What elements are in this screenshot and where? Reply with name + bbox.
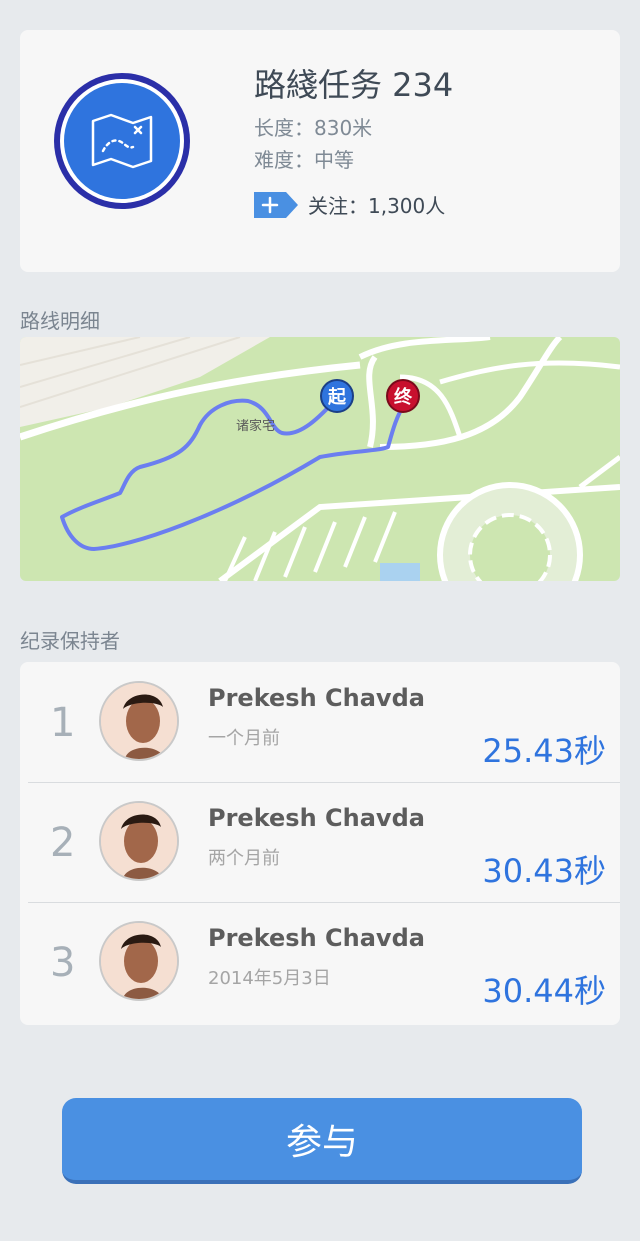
record-time: 30.44秒: [482, 972, 606, 1010]
record-rank: 3: [50, 940, 76, 986]
route-summary-card: 路綫任务 234 长度：830米 难度：中等 关注：1,300人: [20, 30, 620, 272]
record-rank: 2: [50, 820, 76, 866]
record-holders-list: 1 Prekesh Chavda 一个月前 25.43秒 2 Prekesh C…: [20, 662, 620, 1025]
avatar[interactable]: [99, 801, 179, 881]
record-rank: 1: [50, 700, 76, 746]
record-row[interactable]: 3 Prekesh Chavda 2014年5月3日 30.44秒: [20, 902, 620, 1022]
record-name: Prekesh Chavda: [208, 924, 425, 952]
follow-row: 关注：1,300人: [254, 190, 445, 219]
record-time-ago: 一个月前: [208, 728, 280, 749]
record-row[interactable]: 1 Prekesh Chavda 一个月前 25.43秒: [20, 662, 620, 782]
follow-count: 关注：1,300人: [308, 194, 446, 218]
record-time-ago: 两个月前: [208, 848, 280, 869]
avatar[interactable]: [99, 681, 179, 761]
record-holders-heading: 纪录保持者: [20, 629, 120, 653]
record-time: 25.43秒: [482, 732, 606, 770]
avatar[interactable]: [99, 921, 179, 1001]
map-icon: [91, 113, 153, 169]
route-map[interactable]: 诸家宅 起 终: [20, 337, 620, 581]
route-length: 长度：830米: [254, 116, 373, 140]
follow-button[interactable]: [254, 191, 298, 218]
record-row[interactable]: 2 Prekesh Chavda 两个月前 30.43秒: [20, 782, 620, 902]
route-detail-heading: 路线明细: [20, 309, 100, 333]
end-marker[interactable]: 终: [386, 379, 420, 413]
end-marker-label: 终: [394, 387, 412, 408]
route-title: 路綫任务 234: [254, 66, 454, 104]
record-name: Prekesh Chavda: [208, 684, 425, 712]
join-button-label: 参与: [285, 1122, 358, 1163]
record-time-ago: 2014年5月3日: [208, 968, 331, 989]
start-marker-label: 起: [328, 387, 346, 408]
map-place-label: 诸家宅: [236, 419, 276, 434]
route-badge: [54, 73, 190, 209]
route-difficulty: 难度：中等: [254, 148, 354, 172]
start-marker[interactable]: 起: [320, 379, 354, 413]
record-name: Prekesh Chavda: [208, 804, 425, 832]
join-button[interactable]: 参与: [62, 1098, 582, 1184]
record-time: 30.43秒: [482, 852, 606, 890]
